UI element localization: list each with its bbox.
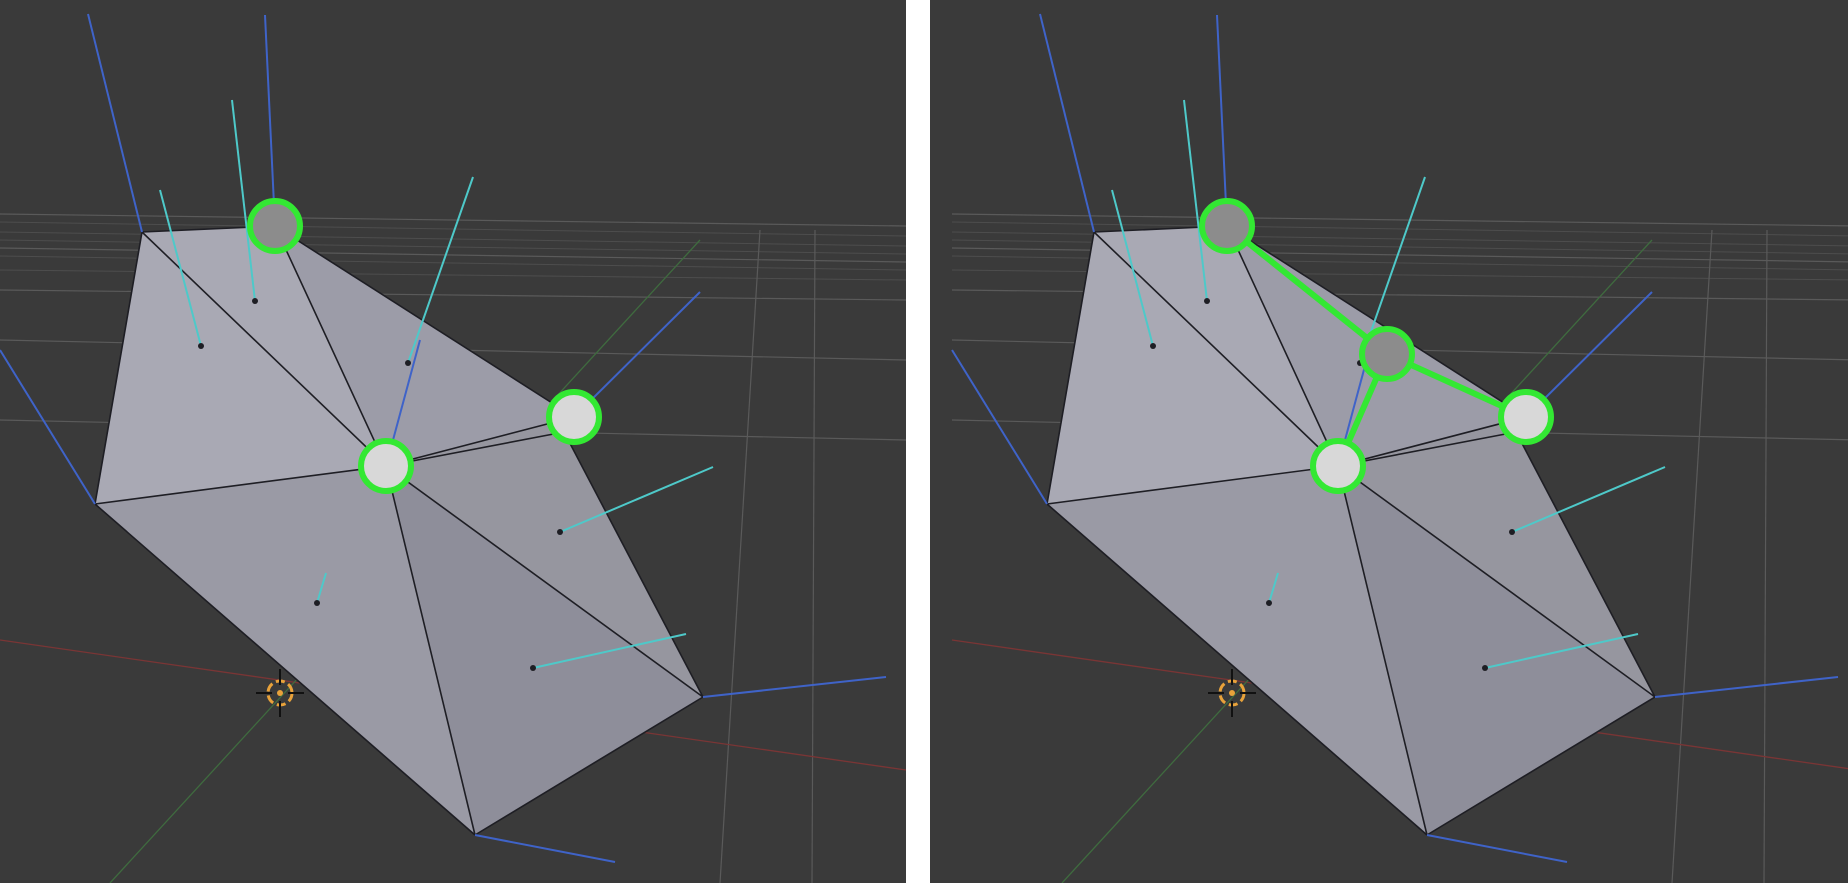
face-center-dot: [314, 600, 320, 606]
face-center-dot: [1482, 665, 1488, 671]
selected-vertex-top[interactable]: [1199, 198, 1255, 254]
selected-vertex-top[interactable]: [247, 198, 303, 254]
viewport-left[interactable]: [0, 0, 906, 883]
viewport-right[interactable]: [930, 0, 1848, 883]
selected-vertex-center[interactable]: [1310, 438, 1366, 494]
new-vertex[interactable]: [1359, 326, 1415, 382]
selected-vertex-center[interactable]: [358, 438, 414, 494]
viewport-canvas-left[interactable]: [0, 0, 906, 883]
selected-vertex-right[interactable]: [546, 389, 602, 445]
cursor-center: [277, 690, 283, 696]
face-center-dot: [198, 343, 204, 349]
selected-vertex-right[interactable]: [1498, 389, 1554, 445]
face-center-dot: [530, 665, 536, 671]
face-center-dot: [1266, 600, 1272, 606]
viewport-canvas-right[interactable]: [930, 0, 1848, 883]
face-center-dot: [1509, 529, 1515, 535]
panel-divider: [906, 0, 930, 883]
face-center-dot: [252, 298, 258, 304]
face-center-dot: [1204, 298, 1210, 304]
face-center-dot: [1150, 343, 1156, 349]
face-center-dot: [405, 360, 411, 366]
cursor-center: [1229, 690, 1235, 696]
face-center-dot: [557, 529, 563, 535]
